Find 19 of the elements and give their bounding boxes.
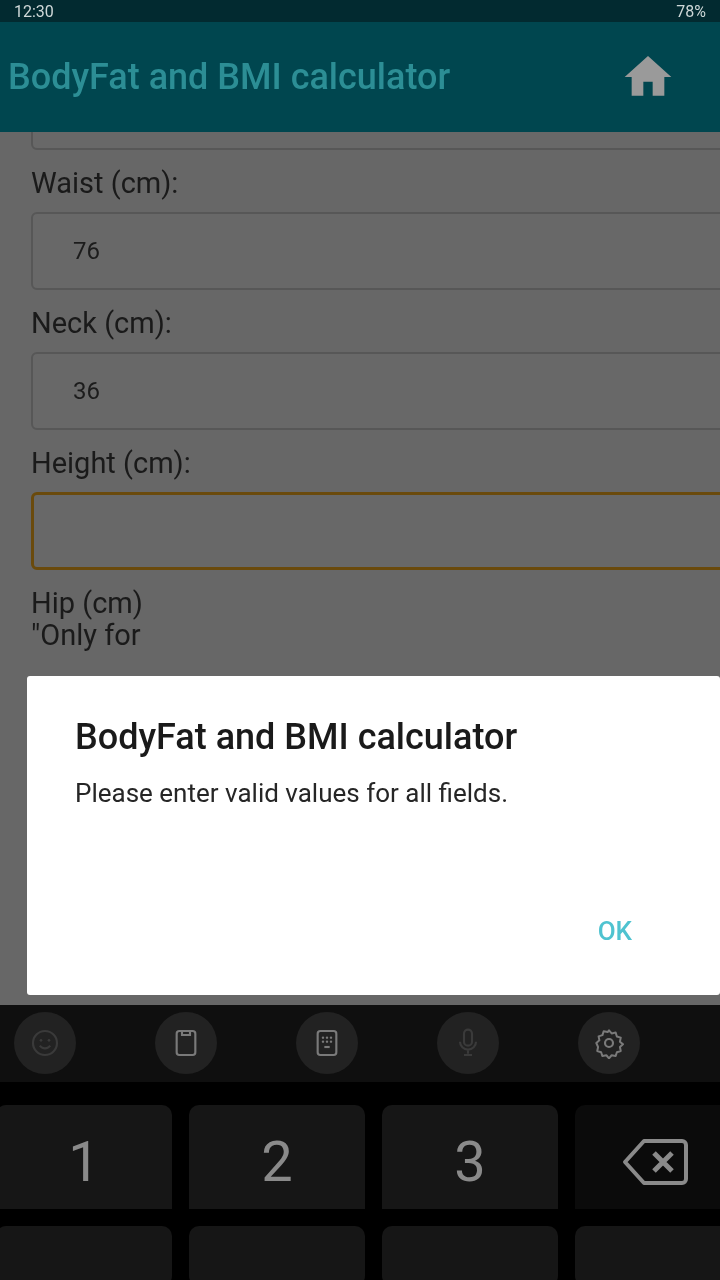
field-label: Height (cm): bbox=[31, 446, 192, 480]
battery-level: 78% bbox=[676, 1, 706, 21]
digit-key[interactable]: 3 bbox=[382, 1104, 558, 1209]
dialog-message: Please enter valid values for all fields. bbox=[75, 778, 509, 808]
input-field[interactable]: 76 bbox=[31, 212, 720, 290]
dialog-title: BodyFat and BMI calculator bbox=[75, 716, 519, 758]
field-label: Hip (cm) bbox=[31, 586, 144, 620]
backspace-icon bbox=[622, 1138, 688, 1187]
field-label: Neck (cm): bbox=[31, 306, 173, 340]
digit-key[interactable]: 2 bbox=[189, 1104, 365, 1209]
clock-time: 12:30 bbox=[14, 1, 54, 21]
input-field[interactable]: 36 bbox=[31, 352, 720, 430]
digit-key[interactable]: 1 bbox=[0, 1104, 172, 1209]
field-note: "Only for bbox=[31, 620, 142, 650]
app-title: BodyFat and BMI calculator bbox=[8, 56, 452, 98]
settings-icon bbox=[593, 1027, 625, 1060]
field-label: Waist (cm): bbox=[31, 166, 180, 200]
backspace-key[interactable] bbox=[575, 1104, 720, 1209]
input-field[interactable] bbox=[31, 492, 720, 570]
